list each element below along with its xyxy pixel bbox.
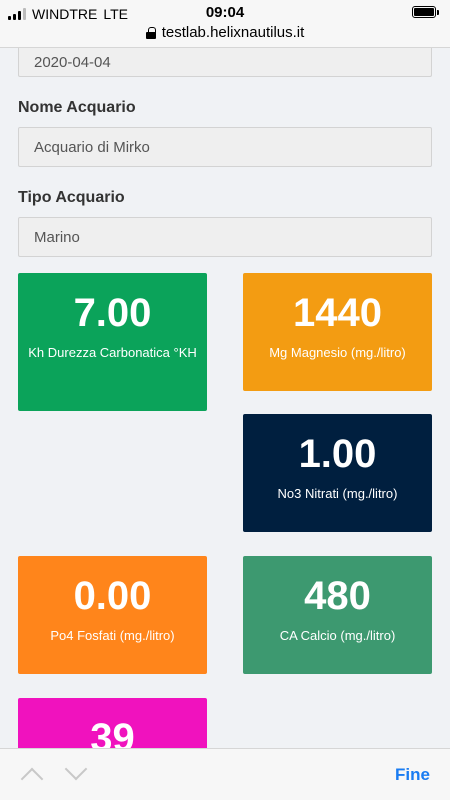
po4-label: Po4 Fosfati (mg./litro) — [50, 628, 175, 643]
ca-label: CA Calcio (mg./litro) — [279, 628, 396, 643]
url-text[interactable]: testlab.helixnautilus.it — [162, 24, 305, 41]
kh-tile: 7.00 Kh Durezza Carbonatica °KH — [18, 273, 207, 411]
ca-tile: 480 CA Calcio (mg./litro) — [243, 556, 432, 674]
aquarium-form: 2020-04-04 Nome Acquario Acquario di Mir… — [18, 48, 432, 257]
po4-tile: 0.00 Po4 Fosfati (mg./litro) — [18, 556, 207, 674]
lock-icon — [145, 26, 156, 39]
po4-value: 0.00 — [73, 574, 152, 618]
keyboard-toolbar: Fine — [0, 748, 450, 800]
done-button[interactable]: Fine — [395, 765, 430, 785]
kh-value: 7.00 — [73, 291, 152, 335]
browser-status-bar: WINDTRE LTE 09:04 testlab.helixnautilus.… — [0, 0, 450, 48]
kh-label: Kh Durezza Carbonatica °KH — [28, 345, 197, 360]
mg-tile: 1440 Mg Magnesio (mg./litro) — [243, 273, 432, 391]
no3-value: 1.00 — [298, 432, 377, 476]
battery-level — [414, 8, 434, 16]
aquarium-type-label: Tipo Acquario — [18, 189, 125, 206]
aquarium-type-field[interactable]: Marino — [18, 217, 432, 257]
no3-tile: 1.00 No3 Nitrati (mg./litro) — [243, 414, 432, 532]
mg-label: Mg Magnesio (mg./litro) — [269, 345, 406, 360]
aquarium-name-label: Nome Acquario — [18, 99, 136, 116]
address-bar[interactable]: testlab.helixnautilus.it — [0, 24, 450, 41]
chevron-up-icon[interactable] — [20, 767, 44, 791]
chevron-down-icon[interactable] — [64, 757, 88, 781]
battery-icon — [412, 6, 439, 18]
ca-value: 480 — [304, 574, 371, 618]
no3-label: No3 Nitrati (mg./litro) — [277, 486, 398, 501]
clock: 09:04 — [205, 4, 245, 21]
date-field[interactable]: 2020-04-04 — [18, 48, 432, 77]
aquarium-name-field[interactable]: Acquario di Mirko — [18, 127, 432, 167]
mg-value: 1440 — [293, 291, 382, 335]
